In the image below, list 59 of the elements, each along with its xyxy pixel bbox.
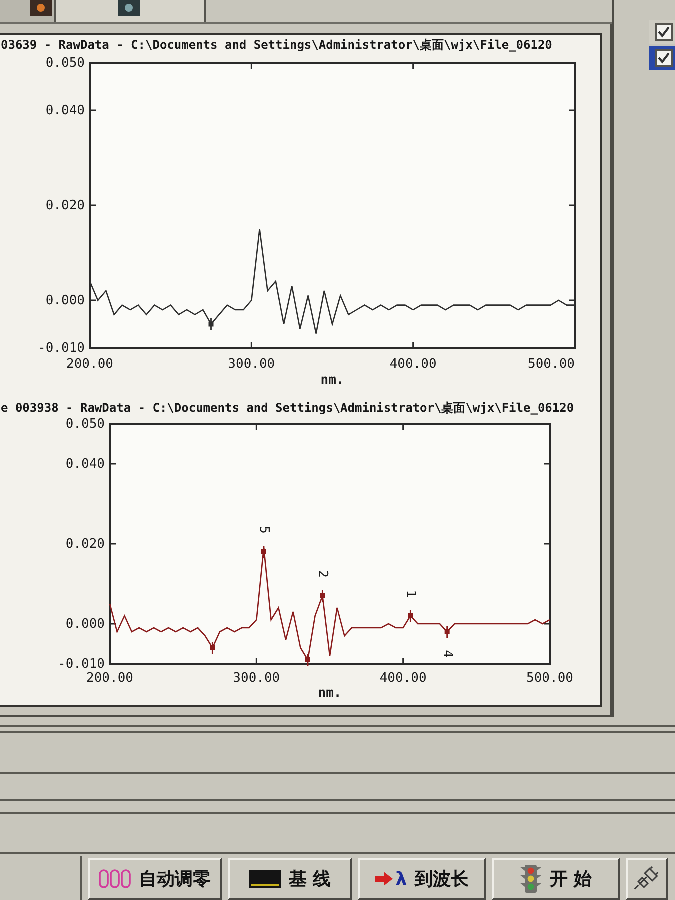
tile-icon: [118, 0, 140, 16]
arrow-icon: [374, 872, 393, 886]
x-tick-label: 300.00: [233, 671, 280, 686]
tab[interactable]: [56, 0, 206, 22]
point: [444, 630, 450, 634]
peak-label: 5: [256, 526, 272, 534]
point: [408, 614, 414, 618]
peak-marker: [320, 590, 326, 602]
lambda-icon: λ: [396, 868, 408, 890]
traffic-light-icon: [520, 864, 542, 894]
baseline-button[interactable]: 基 线: [228, 858, 352, 900]
y-tick-label: -0.010: [58, 657, 105, 672]
auto-zero-button[interactable]: 自动调零: [88, 858, 222, 900]
peak-label: 4: [440, 650, 455, 658]
y-tick-label: 0.000: [46, 294, 85, 308]
checkbox[interactable]: [655, 49, 673, 67]
tile-icon: [30, 0, 52, 16]
x-tick-label: 500.00: [526, 671, 574, 686]
peak-marker: [208, 318, 214, 330]
chart-title: e 003938 - RawData - C:\Documents and Settings\Administrator\桌面\wjx\File_06120: [0, 400, 576, 416]
y-tick-label: 0.000: [66, 617, 105, 632]
y-tick-label: 0.020: [46, 198, 85, 214]
x-tick-label: 500.00: [528, 357, 575, 372]
peak-marker: [262, 546, 266, 558]
go-to-wavelength-button[interactable]: λ 到波长: [358, 858, 486, 900]
x-tick-label: 400.00: [390, 357, 437, 372]
checkbox[interactable]: [655, 23, 673, 41]
peak-label: 1: [403, 590, 418, 598]
y-tick-label: 0.020: [66, 537, 105, 552]
tick-icon: [658, 52, 670, 64]
peak-marker: [210, 642, 216, 654]
screen-icon: [248, 870, 281, 888]
x-tick-label: 200.00: [66, 357, 114, 372]
peak-marker: [408, 610, 414, 622]
zeros-icon: [99, 869, 131, 889]
point: [320, 594, 326, 598]
peak-marker: [444, 626, 450, 638]
x-axis-label: nm.: [318, 686, 342, 701]
peak-label: 2: [315, 570, 330, 578]
x-tick-label: 400.00: [380, 671, 427, 686]
list-row[interactable]: [649, 46, 675, 70]
start-button[interactable]: 开 始: [492, 858, 620, 900]
peak-marker: [306, 654, 310, 666]
tick-icon: [658, 26, 670, 38]
list-row[interactable]: [649, 20, 675, 44]
x-tick-label: 300.00: [228, 357, 276, 372]
y-tick-label: -0.010: [38, 341, 85, 356]
y-tick-label: 0.040: [46, 104, 85, 118]
y-tick-label: 0.040: [66, 457, 105, 472]
point: [262, 550, 266, 554]
y-tick-label: 0.050: [46, 56, 85, 71]
chart-title: 03639 - RawData - C:\Documents and Settings\Administrator\桌面\wjx\File_06120: [0, 37, 554, 53]
point: [210, 646, 216, 650]
y-tick-label: 0.050: [66, 417, 105, 432]
plug-button[interactable]: [626, 858, 668, 900]
tab[interactable]: [0, 0, 56, 22]
point: [306, 658, 310, 662]
x-axis-label: nm.: [320, 373, 344, 388]
x-tick-label: 200.00: [86, 671, 134, 686]
